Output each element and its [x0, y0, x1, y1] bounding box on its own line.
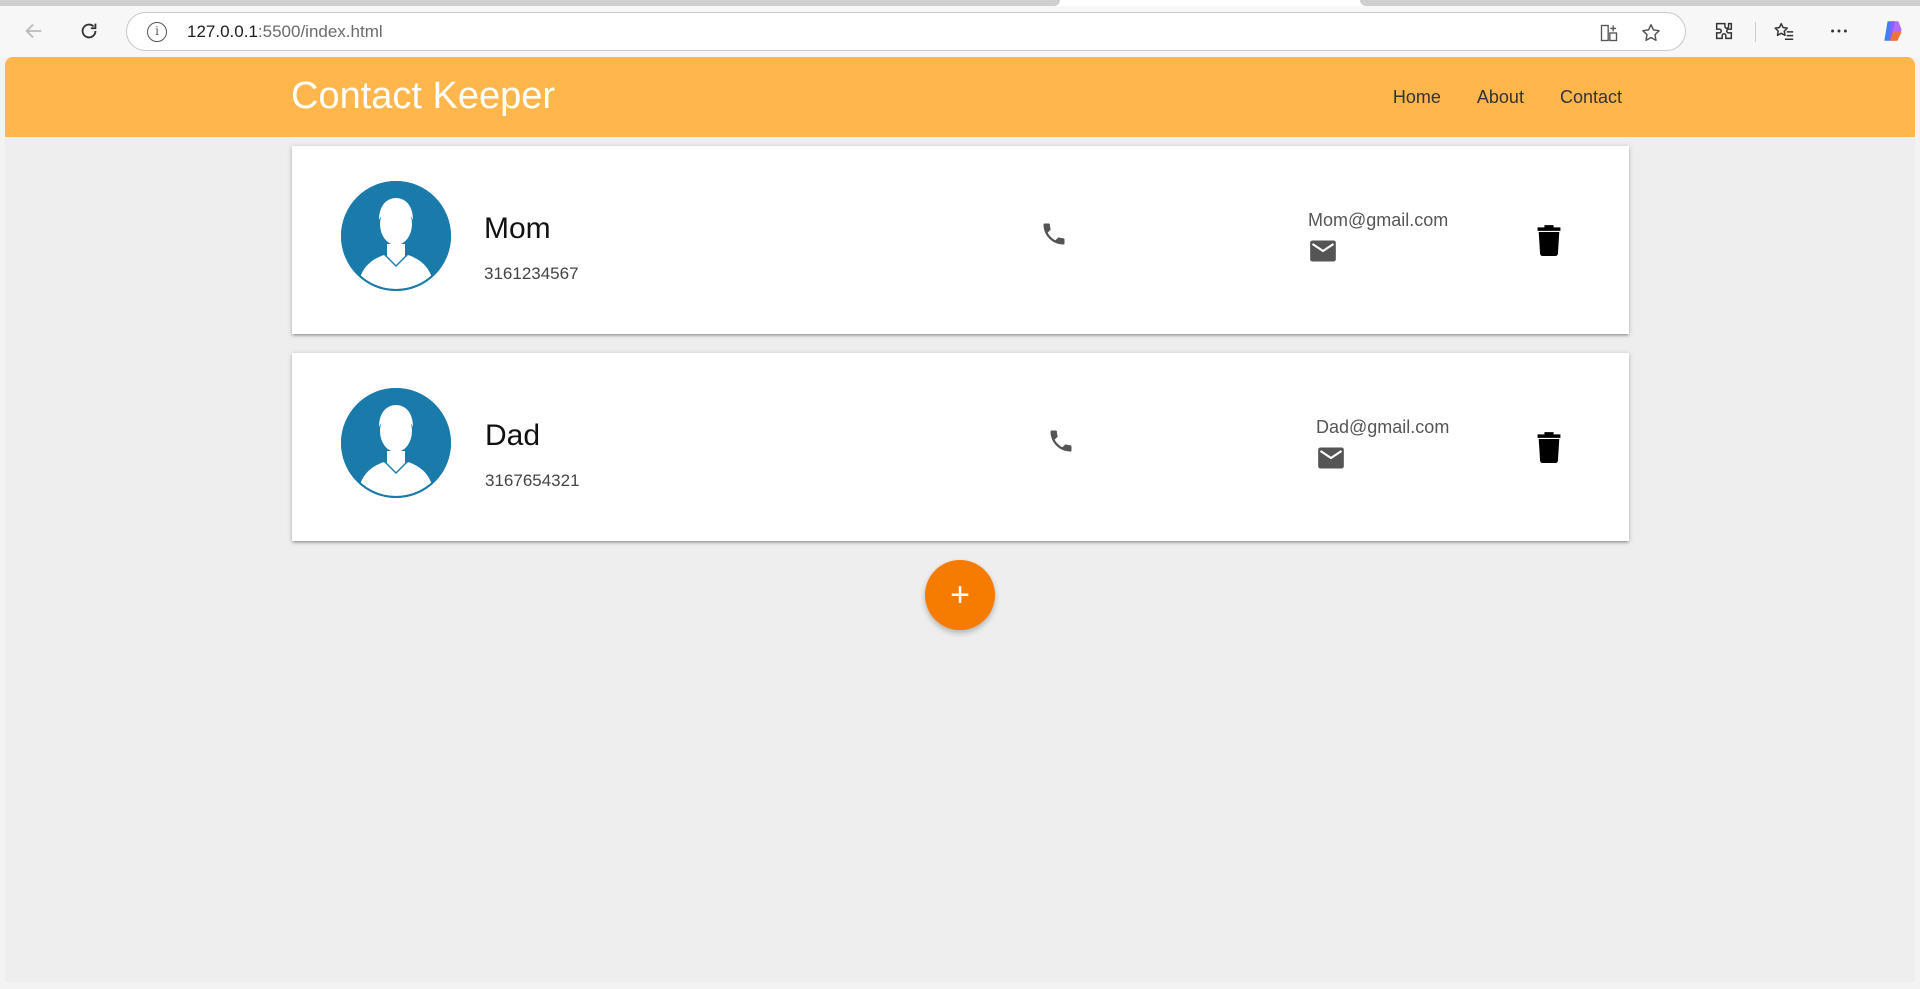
more-options-icon[interactable]	[1822, 14, 1856, 48]
info-icon[interactable]: i	[147, 22, 167, 42]
contact-phone: 3167654321	[485, 471, 580, 490]
favorite-star-icon[interactable]	[1639, 21, 1663, 45]
copilot-icon[interactable]	[1876, 14, 1910, 48]
tab-strip-segment	[0, 0, 1060, 6]
favorites-icon[interactable]	[1767, 14, 1801, 48]
tab-strip	[0, 0, 1920, 6]
mail-icon[interactable]	[1317, 445, 1345, 471]
url-text[interactable]: 127.0.0.1:5500/index.html	[187, 22, 383, 42]
address-bar[interactable]: i 127.0.0.1:5500/index.html	[126, 12, 1686, 51]
contact-email: Mom@gmail.com	[1308, 210, 1449, 230]
nav-link-home[interactable]: Home	[1393, 87, 1441, 108]
brand-title[interactable]: Contact Keeper	[291, 75, 555, 118]
navbar: Contact Keeper Home About Contact	[5, 57, 1915, 137]
reload-icon	[81, 23, 97, 39]
tab-strip-segment	[1360, 0, 1920, 6]
toolbar-separator	[1755, 22, 1756, 42]
contact-card: Mom 3161234567 Mom@gmail.com	[292, 146, 1629, 334]
trash-icon[interactable]	[1535, 431, 1563, 463]
trash-icon[interactable]	[1535, 224, 1563, 256]
phone-icon[interactable]	[1040, 220, 1068, 248]
mail-icon[interactable]	[1309, 238, 1337, 264]
contact-card: Dad 3167654321 Dad@gmail.com	[292, 353, 1629, 541]
url-host: 127.0.0.1	[187, 22, 258, 41]
split-screen-icon[interactable]	[1597, 21, 1621, 45]
reload-button[interactable]	[72, 14, 106, 48]
back-button[interactable]	[17, 14, 51, 48]
contact-name: Mom	[484, 212, 551, 245]
page-viewport: Contact Keeper Home About Contact Mom 31…	[5, 57, 1915, 982]
extensions-icon[interactable]	[1707, 14, 1741, 48]
contact-name: Dad	[485, 419, 541, 452]
avatar-icon	[341, 181, 451, 291]
contact-phone: 3161234567	[484, 264, 579, 283]
add-contact-button[interactable]: +	[925, 560, 995, 630]
avatar-icon	[341, 388, 451, 498]
url-path: :5500/index.html	[257, 22, 383, 41]
contact-email: Dad@gmail.com	[1316, 417, 1450, 437]
nav-link-contact[interactable]: Contact	[1560, 87, 1622, 108]
nav-menu: Home About Contact	[1357, 57, 1622, 137]
arrow-left-icon	[25, 23, 42, 39]
nav-link-about[interactable]: About	[1477, 87, 1524, 108]
phone-icon[interactable]	[1047, 427, 1075, 455]
browser-chrome: i 127.0.0.1:5500/index.html	[0, 0, 1920, 57]
